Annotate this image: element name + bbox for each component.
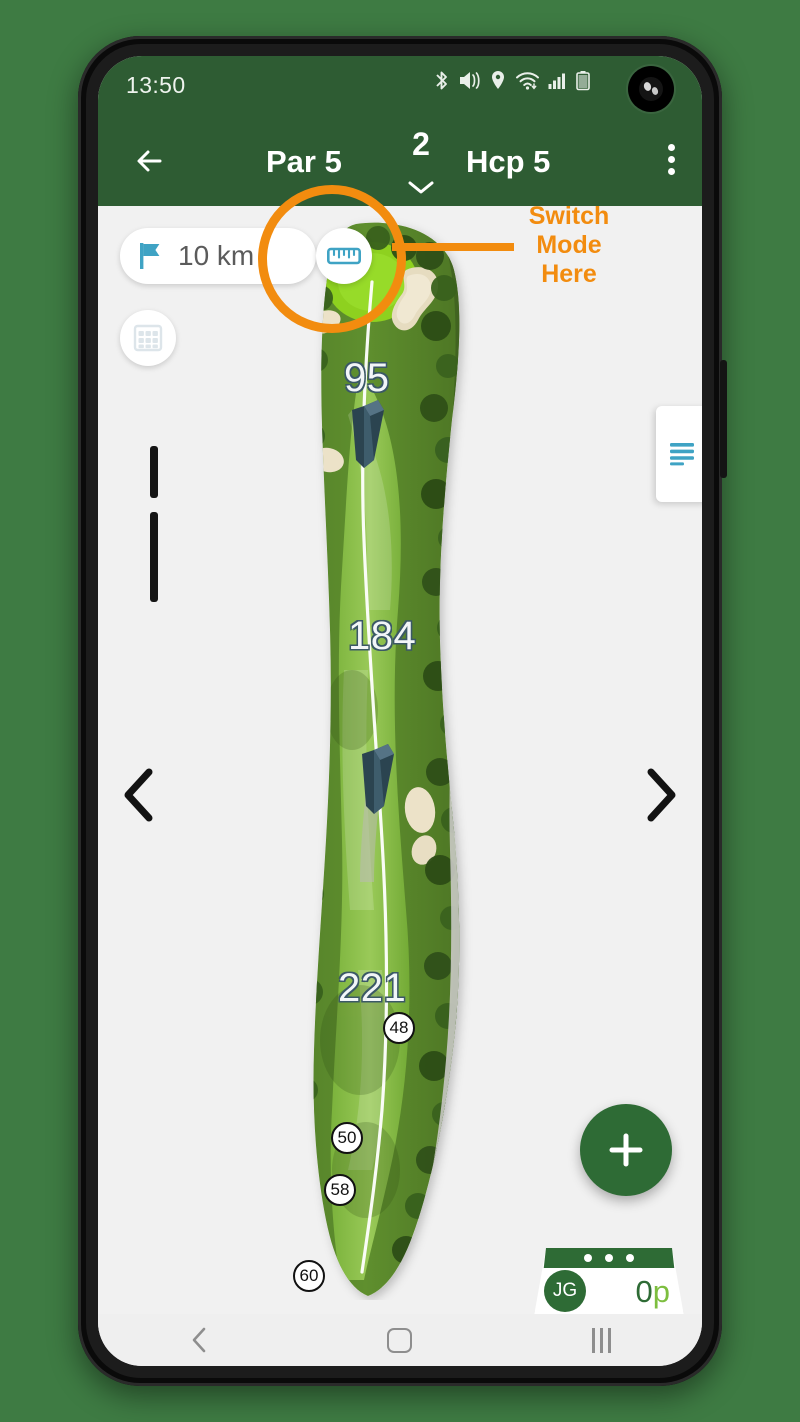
menu-dot [667, 144, 675, 151]
annotation-line-1: Switch [528, 202, 610, 230]
ruler-icon [327, 247, 361, 265]
hole-marker-badge: 60 [293, 1260, 325, 1292]
prev-hole-button[interactable] [118, 766, 162, 824]
android-navigation-bar [98, 1314, 702, 1366]
camera-lens [639, 77, 663, 101]
chevron-down-icon[interactable] [404, 176, 438, 198]
bluetooth-icon [436, 71, 447, 90]
next-hole-button[interactable] [638, 766, 682, 824]
grid-view-button[interactable] [120, 310, 176, 366]
hcp-label: Hcp 5 [466, 144, 551, 179]
hole-marker-badge: 50 [331, 1122, 363, 1154]
status-icon-group [433, 70, 590, 91]
nav-recents-icon[interactable] [501, 1327, 702, 1353]
front-camera-cutout [628, 66, 674, 112]
plus-icon [609, 1133, 643, 1167]
recents-bar [599, 1327, 603, 1353]
nav-home-square [387, 1327, 413, 1353]
flag-icon [140, 243, 160, 269]
hole-marker-badge: 58 [324, 1174, 356, 1206]
distance-value: 10 km [178, 240, 255, 271]
hole-map-view[interactable]: 95 184 221 48 50 58 60 10 km JG 0p [98, 206, 702, 1314]
signal-icon [548, 73, 565, 89]
side-panel-tab[interactable] [656, 406, 702, 502]
player-avatar: JG [544, 1270, 586, 1312]
location-icon [492, 71, 504, 89]
distance-label: 221 [338, 966, 407, 1010]
annotation-line-2: Mode [536, 230, 602, 259]
grid-icon [133, 324, 163, 352]
distance-label: 184 [348, 614, 417, 658]
add-score-button[interactable] [580, 1104, 672, 1196]
scorecard-dot [584, 1254, 592, 1262]
more-vertical-icon[interactable] [666, 144, 676, 182]
score-value: 0p [636, 1274, 671, 1310]
distance-label: 95 [344, 356, 390, 400]
annotation-line-3: Here [541, 259, 597, 288]
mode-toggle-button[interactable] [316, 228, 372, 284]
app-bar: Par 5 2 Hcp 5 [98, 114, 702, 206]
annotation-text: Switch Mode Here [514, 202, 624, 288]
vibrate-icon [460, 72, 480, 89]
score-number: 0 [635, 1274, 653, 1309]
back-arrow-icon[interactable] [130, 140, 172, 182]
par-label: Par 5 [266, 144, 342, 179]
menu-dot [667, 156, 675, 163]
distance-unit-pill[interactable]: 10 km [120, 228, 316, 284]
scorecard-dot [626, 1254, 634, 1262]
scorecard-header [543, 1248, 675, 1268]
camera-glint [650, 86, 660, 96]
scorecard-dot [605, 1254, 613, 1262]
nav-home-icon[interactable] [299, 1327, 500, 1353]
phone-frame: 13:50 Par 5 2 Hcp 5 95 184 221 48 50 58 … [78, 36, 722, 1386]
status-time: 13:50 [126, 72, 186, 98]
status-bar: 13:50 [98, 56, 702, 114]
power-button[interactable] [720, 360, 727, 478]
annotation-leader-line [392, 243, 514, 251]
hole-marker-badge: 48 [383, 1012, 415, 1044]
score-unit: p [652, 1274, 670, 1309]
scorecard-widget[interactable]: JG 0p [534, 1248, 684, 1314]
volume-up-button[interactable] [150, 446, 158, 498]
hole-number[interactable]: 2 [401, 126, 441, 163]
recents-bar [591, 1327, 595, 1353]
list-lines-icon [670, 443, 694, 466]
battery-icon [576, 71, 590, 91]
menu-dot [667, 168, 675, 175]
wifi-icon [516, 72, 539, 90]
volume-down-button[interactable] [150, 512, 158, 602]
nav-back-icon[interactable] [98, 1326, 299, 1354]
recents-bar [607, 1327, 611, 1353]
